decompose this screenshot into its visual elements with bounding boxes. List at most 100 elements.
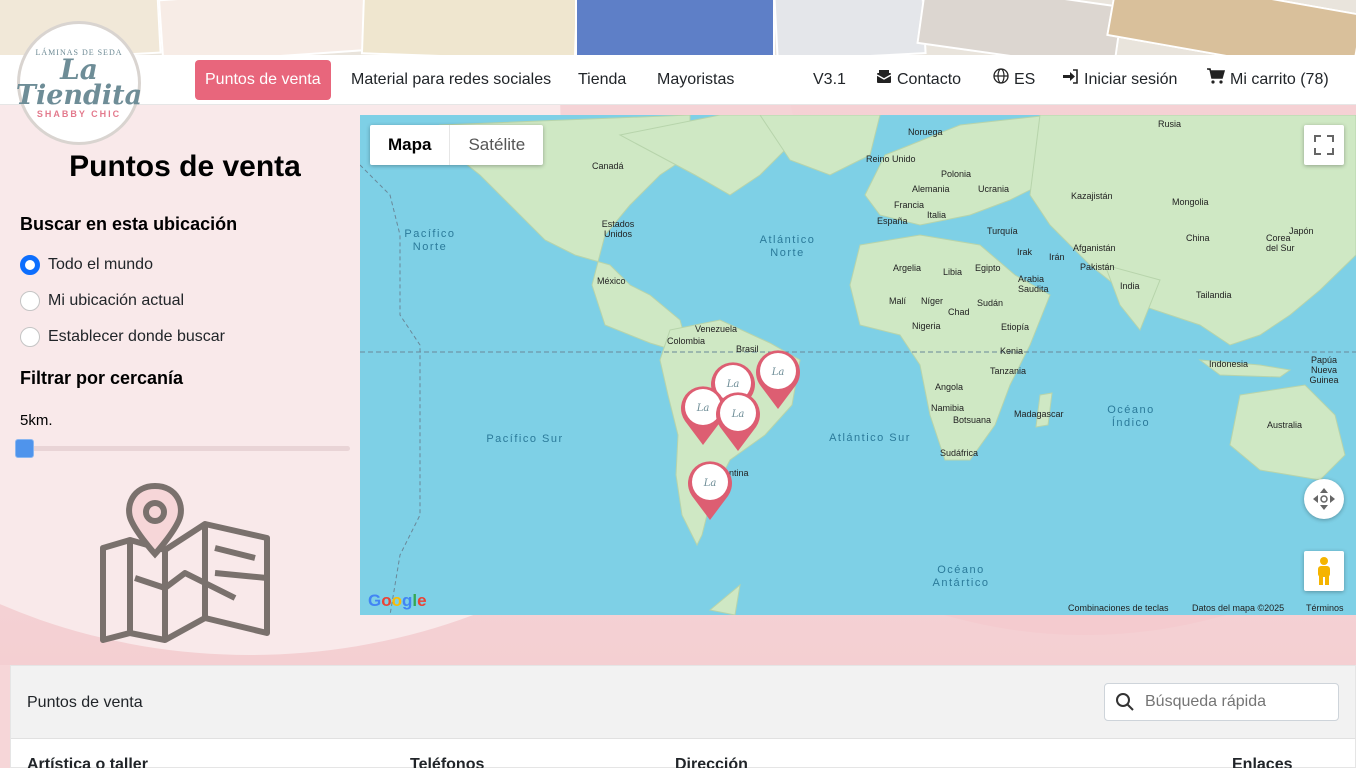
svg-text:La: La xyxy=(703,478,717,489)
keyboard-shortcuts-link[interactable]: Combinaciones de teclas xyxy=(1068,603,1169,613)
svg-text:La: La xyxy=(731,409,745,420)
banner-tile xyxy=(1106,0,1356,55)
cart-icon xyxy=(1207,60,1226,100)
banner-tile xyxy=(157,0,373,55)
radio-label: Mi ubicación actual xyxy=(48,292,185,309)
tab-mapa[interactable]: Mapa xyxy=(370,125,451,165)
map-label: Indonesia xyxy=(1209,359,1249,369)
ocean-label: Atlántico Sur xyxy=(829,432,911,444)
radio-mi-ubicacion[interactable]: Mi ubicación actual xyxy=(20,290,184,312)
radio-todo-el-mundo[interactable]: Todo el mundo xyxy=(20,254,153,276)
tab-satelite[interactable]: Satélite xyxy=(450,125,543,165)
radio-label: Establecer donde buscar xyxy=(48,328,225,345)
column-header-direccion[interactable]: Dirección xyxy=(675,756,748,768)
site-logo[interactable]: LÁMINAS DE SEDA La Tiendita SHABBY CHIC xyxy=(16,21,142,145)
banner-tile xyxy=(360,0,579,55)
radio-establecer-donde[interactable]: Establecer donde buscar xyxy=(20,326,225,348)
svg-text:La: La xyxy=(696,403,710,414)
banner-tile xyxy=(916,0,1124,55)
nav-item-tienda[interactable]: Tienda xyxy=(578,60,626,100)
street-view-button[interactable] xyxy=(1304,551,1344,591)
map-label: Italia xyxy=(927,210,947,220)
ocean-label: Océano Índico xyxy=(1107,404,1155,429)
quick-search-input[interactable] xyxy=(1104,683,1339,721)
banner-tile xyxy=(575,0,775,55)
map-label: Corea del Sur xyxy=(1266,233,1295,253)
map-label: Papúa Nueva Guinea xyxy=(1309,355,1339,385)
map-label: India xyxy=(1120,281,1140,291)
map-label: España xyxy=(877,216,908,226)
radio-button[interactable] xyxy=(20,291,40,311)
radio-button[interactable] xyxy=(20,255,40,275)
store-pin-marker[interactable]: La xyxy=(682,460,738,522)
map-landmasses xyxy=(360,115,1356,615)
nav-item-contacto[interactable]: Contacto xyxy=(876,60,961,100)
terms-link[interactable]: Términos xyxy=(1306,603,1344,613)
map-label: Argelia xyxy=(893,263,922,273)
language-selector[interactable]: ES xyxy=(993,60,1035,100)
cart-link[interactable]: Mi carrito (78) xyxy=(1207,60,1329,100)
nav-item-puntos-de-venta[interactable]: Puntos de venta xyxy=(195,60,331,100)
fullscreen-icon xyxy=(1314,135,1334,155)
map-label: Madagascar xyxy=(1014,409,1064,419)
ocean-label: Pacífico Norte xyxy=(404,228,456,253)
points-of-sale-map[interactable]: Mapa Satélite Rusia Noruega Reino Unido … xyxy=(360,115,1356,615)
column-header-artistica[interactable]: Artística o taller xyxy=(27,756,148,768)
contacto-label: Contacto xyxy=(897,71,962,88)
store-pin-marker[interactable]: La xyxy=(710,391,766,453)
svg-text:La: La xyxy=(771,367,785,378)
map-label: Malí xyxy=(889,296,907,306)
map-label: Afganistán xyxy=(1073,243,1116,253)
map-label: China xyxy=(1186,233,1210,243)
map-label: Botsuana xyxy=(953,415,992,425)
map-label: Nigeria xyxy=(912,321,941,331)
map-label: Irak xyxy=(1017,247,1033,257)
map-label: Polonia xyxy=(941,169,972,179)
camera-control-button[interactable] xyxy=(1304,479,1344,519)
distance-value: 5km. xyxy=(20,412,53,429)
map-type-tabs[interactable]: Mapa Satélite xyxy=(370,125,544,165)
map-label: Chad xyxy=(948,307,970,317)
map-label: Sudáfrica xyxy=(940,448,979,458)
google-logo: Google xyxy=(368,591,427,610)
map-label: Japón xyxy=(1289,226,1314,236)
map-label: Níger xyxy=(921,296,944,306)
map-label: Turquía xyxy=(987,226,1018,236)
table-toolbar: Puntos de venta xyxy=(11,666,1355,739)
map-data-attribution: Datos del mapa ©2025 xyxy=(1192,603,1285,613)
table-title: Puntos de venta xyxy=(27,694,143,711)
map-label: Kazajistán xyxy=(1071,191,1113,201)
map-label: México xyxy=(597,276,626,286)
map-label: Etiopía xyxy=(1001,322,1030,332)
top-navbar: Puntos de venta Material para redes soci… xyxy=(0,55,1356,105)
cart-label: Mi carrito (78) xyxy=(1230,71,1329,88)
login-link[interactable]: Iniciar sesión xyxy=(1062,60,1177,100)
map-label: Venezuela xyxy=(695,324,738,334)
points-of-sale-table: Puntos de venta Artística o taller Teléf… xyxy=(10,665,1356,768)
fullscreen-button[interactable] xyxy=(1304,125,1344,165)
sign-in-icon xyxy=(1062,60,1079,100)
distance-slider-thumb[interactable] xyxy=(15,439,34,458)
map-label: Pakistán xyxy=(1080,262,1115,272)
nav-item-material-redes[interactable]: Material para redes sociales xyxy=(351,60,551,100)
page-title: Puntos de venta xyxy=(69,150,301,183)
distance-slider-track[interactable] xyxy=(16,446,350,451)
logo-ring-bottom: SHABBY CHIC xyxy=(36,108,122,119)
map-label: Ucrania xyxy=(978,184,1010,194)
nav-item-mayoristas[interactable]: Mayoristas xyxy=(657,60,734,100)
map-label: Canadá xyxy=(592,161,624,171)
ocean-label: Atlántico Norte xyxy=(759,234,816,259)
pegman-icon xyxy=(1318,557,1330,585)
column-header-enlaces[interactable]: Enlaces xyxy=(1232,756,1292,768)
radio-button[interactable] xyxy=(20,327,40,347)
globe-icon xyxy=(993,60,1009,100)
map-label: Reino Unido xyxy=(866,154,916,164)
map-label: Rusia xyxy=(1158,119,1182,129)
map-label: Australia xyxy=(1267,420,1303,430)
column-header-telefonos[interactable]: Teléfonos xyxy=(410,756,484,768)
map-label: Francia xyxy=(894,200,925,210)
map-label: Tailandia xyxy=(1196,290,1232,300)
decorative-banner xyxy=(0,0,1356,55)
search-location-heading: Buscar en esta ubicación xyxy=(20,214,238,234)
search-icon xyxy=(1116,693,1134,711)
